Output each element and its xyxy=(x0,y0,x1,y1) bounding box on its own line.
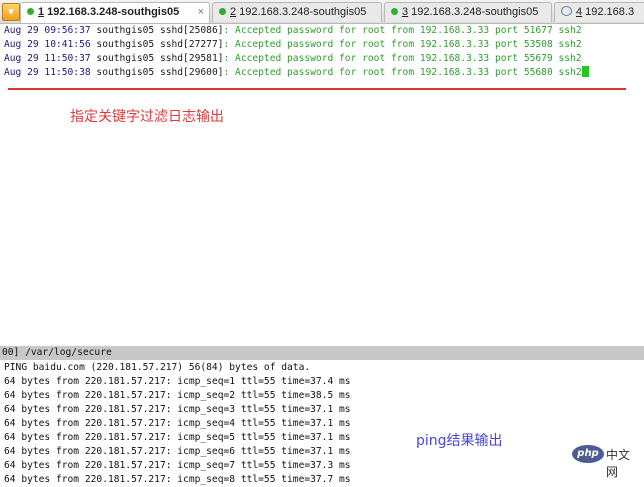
annotation-filter-log: 指定关键字过滤日志输出 xyxy=(70,109,224,125)
watermark: php 中文网 xyxy=(572,443,638,479)
ping-header: PING baidu.com (220.181.57.217) 56(84) b… xyxy=(4,362,311,373)
annotation-underline xyxy=(8,88,626,90)
tab-label: 192.168.3.248-southgis05 xyxy=(47,6,180,18)
tab-label: 192.168.3.248-southgis05 xyxy=(411,6,539,18)
green-dot-icon xyxy=(219,8,226,15)
ping-line: 64 bytes from 220.181.57.217: icmp_seq=5… xyxy=(4,432,351,443)
chevron-down-icon: ▾ xyxy=(8,5,14,18)
tab-label: 192.168.3.248-southgis05 xyxy=(239,6,367,18)
ping-line: 64 bytes from 220.181.57.217: icmp_seq=7… xyxy=(4,460,351,471)
tab-session-4[interactable]: 4 192.168.3 xyxy=(554,2,644,22)
log-line: Aug 29 09:56:37 southgis05 sshd[25086]: … xyxy=(4,25,582,36)
close-icon[interactable]: × xyxy=(198,3,204,22)
ping-line: 64 bytes from 220.181.57.217: icmp_seq=8… xyxy=(4,474,351,485)
php-logo-icon: php xyxy=(572,445,604,463)
green-dot-icon xyxy=(27,8,34,15)
tab-bar: ▾ 1 192.168.3.248-southgis05 × 2 192.168.3.… xyxy=(0,0,644,24)
watermark-text: 中文网 xyxy=(606,448,631,479)
log-line: Aug 29 11:50:38 southgis05 sshd[29600]: … xyxy=(4,66,589,80)
chat-bubble-icon xyxy=(561,6,572,16)
ping-line: 64 bytes from 220.181.57.217: icmp_seq=1… xyxy=(4,376,351,387)
session-menu-button[interactable]: ▾ xyxy=(2,3,20,21)
tab-session-3[interactable]: 3 192.168.3.248-southgis05 xyxy=(384,2,552,22)
tab-session-1[interactable]: 1 192.168.3.248-southgis05 × xyxy=(20,2,210,23)
ping-line: 64 bytes from 220.181.57.217: icmp_seq=2… xyxy=(4,390,351,401)
terminal-cursor xyxy=(581,66,589,77)
annotation-ping-result: ping结果输出 xyxy=(416,433,503,449)
ping-line: 64 bytes from 220.181.57.217: icmp_seq=3… xyxy=(4,404,351,415)
tab-session-2[interactable]: 2 192.168.3.248-southgis05 xyxy=(212,2,382,22)
tab-label: 192.168.3 xyxy=(585,6,635,18)
log-line: Aug 29 10:41:56 southgis05 sshd[27277]: … xyxy=(4,39,582,50)
green-dot-icon xyxy=(391,8,398,15)
ping-line: 64 bytes from 220.181.57.217: icmp_seq=4… xyxy=(4,418,351,429)
log-line: Aug 29 11:50:37 southgis05 sshd[29581]: … xyxy=(4,53,582,64)
pane-status-bar: 00] /var/log/secure xyxy=(0,346,644,360)
ping-line: 64 bytes from 220.181.57.217: icmp_seq=6… xyxy=(4,446,351,457)
